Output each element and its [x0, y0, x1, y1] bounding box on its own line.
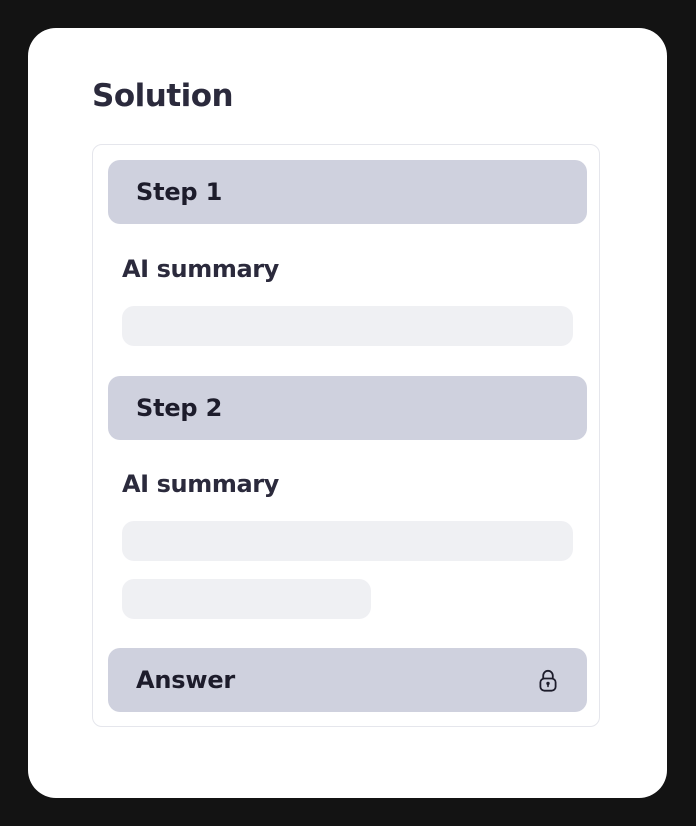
- step-2-summary-placeholder-line-2: [122, 579, 371, 619]
- solution-card: Step 1 AI summary Step 2 AI summary Answ…: [92, 144, 600, 727]
- step-1-label: Step 1: [136, 178, 223, 206]
- lock-icon: [537, 667, 559, 693]
- step-2-summary-label: AI summary: [122, 470, 279, 498]
- answer-header[interactable]: Answer: [108, 648, 587, 712]
- step-2-header[interactable]: Step 2: [108, 376, 587, 440]
- step-1-summary-label: AI summary: [122, 255, 279, 283]
- step-1-summary-placeholder: [122, 306, 573, 346]
- step-2-summary-placeholder-line-1: [122, 521, 573, 561]
- answer-label: Answer: [136, 666, 236, 694]
- page-title: Solution: [92, 78, 234, 114]
- step-1-header[interactable]: Step 1: [108, 160, 587, 224]
- step-2-label: Step 2: [136, 394, 223, 422]
- device-screen: Solution Step 1 AI summary Step 2 AI sum…: [28, 28, 667, 798]
